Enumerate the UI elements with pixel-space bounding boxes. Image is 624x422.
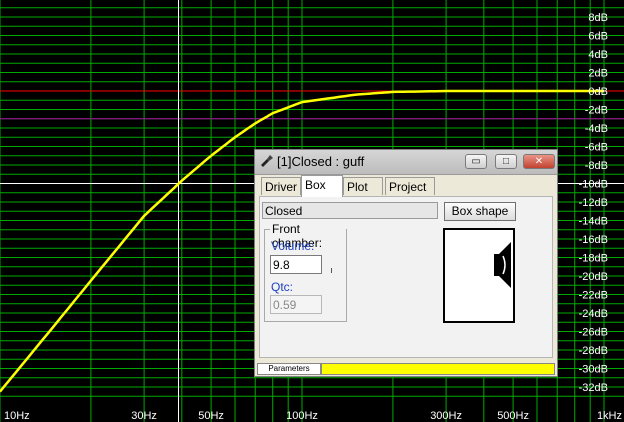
close-button[interactable]: ✕ — [523, 154, 555, 169]
volume-unit-tick — [331, 268, 332, 273]
y-tick-label: -28dB — [579, 345, 608, 357]
x-tick-label: 10Hz — [4, 410, 30, 422]
qtc-label: Qtc: — [271, 280, 294, 294]
y-tick-label: 4dB — [588, 49, 608, 61]
y-tick-label: -24dB — [579, 308, 608, 320]
box-shape-button[interactable]: Box shape — [444, 202, 516, 221]
y-tick-label: -18dB — [579, 253, 608, 265]
volume-label: Volume: — [271, 239, 315, 253]
y-tick-label: -12dB — [579, 197, 608, 209]
y-tick-label: -8dB — [585, 160, 608, 172]
box-type-status: Closed — [262, 202, 438, 219]
box-dialog-window[interactable]: [1]Closed : guff ▭ □ ✕ Driver Box Plot P… — [254, 149, 558, 377]
tab-project[interactable]: Project — [385, 177, 435, 195]
y-tick-label: 0dB — [588, 86, 608, 98]
x-tick-label: 300Hz — [430, 410, 462, 422]
x-tick-label: 100Hz — [286, 410, 318, 422]
volume-input[interactable] — [270, 255, 322, 274]
y-tick-label: -30dB — [579, 364, 608, 376]
speaker-driver-icon — [494, 242, 511, 288]
y-tick-label: -32dB — [579, 382, 608, 394]
y-tick-label: 8dB — [588, 12, 608, 24]
y-tick-label: -6dB — [585, 142, 608, 154]
y-tick-label: -20dB — [579, 271, 608, 283]
y-tick-label: 6dB — [588, 31, 608, 43]
x-tick-label: 1kHz — [597, 410, 622, 422]
status-strip: Parameters — [257, 363, 555, 375]
box-shape-preview — [443, 228, 515, 323]
minimize-button[interactable]: ▭ — [465, 154, 487, 169]
x-tick-label: 50Hz — [198, 410, 224, 422]
parameters-bar — [321, 363, 555, 375]
y-tick-label: -14dB — [579, 216, 608, 228]
tab-box[interactable]: Box — [301, 175, 343, 197]
y-tick-label: -16dB — [579, 234, 608, 246]
x-tick-label: 30Hz — [131, 410, 157, 422]
dialog-titlebar[interactable]: [1]Closed : guff ▭ □ ✕ — [255, 150, 557, 175]
y-tick-label: -26dB — [579, 327, 608, 339]
x-tick-label: 500Hz — [497, 410, 529, 422]
y-tick-label: 2dB — [588, 68, 608, 80]
tab-driver[interactable]: Driver — [261, 177, 301, 195]
restore-button[interactable]: □ — [495, 154, 517, 169]
dialog-title: [1]Closed : guff — [277, 154, 365, 169]
speaker-app-icon — [261, 155, 273, 167]
y-tick-label: -22dB — [579, 290, 608, 302]
parameters-tab[interactable]: Parameters — [257, 363, 321, 375]
qtc-field — [270, 295, 322, 314]
y-tick-label: -10dB — [579, 179, 608, 191]
y-tick-label: -4dB — [585, 123, 608, 135]
y-tick-label: -2dB — [585, 105, 608, 117]
tab-plot[interactable]: Plot — [343, 177, 383, 195]
